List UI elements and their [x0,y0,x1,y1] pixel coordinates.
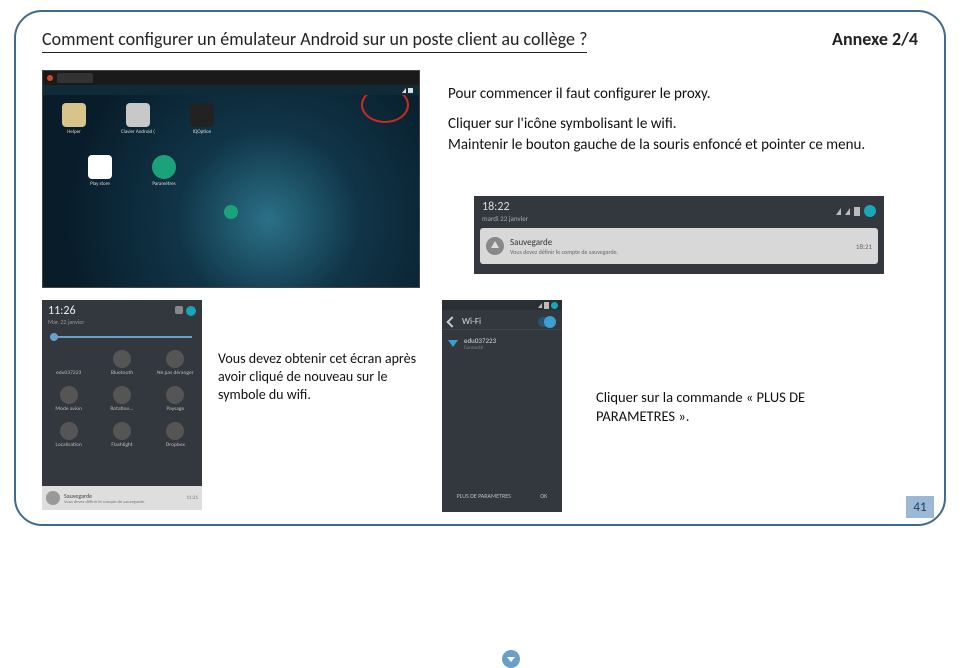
qs-tile-wifi: edu037223 [42,346,95,380]
instruction-text-mid: Vous devez obtenir cet écran après avoir… [218,350,436,405]
wifi-ssid: edu037223 [464,336,496,345]
emulator-window-bar [43,71,419,85]
qs-tile-location: Localisation [42,418,95,452]
notif-card: Sauvegarde Vous devez définir le compte … [480,228,878,264]
app-helper: Helper [57,103,91,135]
wifi-toggle [538,317,556,327]
notification-panel-screenshot: 18:22 mardi 22 janvier Sauvegarde Vous d… [474,196,884,274]
annotation-circle [361,95,409,123]
battery-icon [544,302,549,309]
wifi-status-bar [442,300,562,310]
airplane-icon [60,386,78,404]
qs-tile-flashlight: Flashlight [95,418,148,452]
qs-top-icons [175,306,196,316]
gear-icon [175,306,183,314]
hold-left-line: Maintenir le bouton gauche de la souris … [448,136,865,154]
back-icon [446,316,457,327]
quicksettings-screenshot: 11:26 Mar. 22 janvier edu037223 Bluetoot… [42,300,202,510]
qs-tile-airplane: Mode avion [42,382,95,416]
instruction-text-right: Cliquer sur la commande « PLUS DE PARAME… [596,388,856,426]
battery-icon [408,88,413,93]
qs-tile-rotation: Rotation... [95,382,148,416]
app-settings: Paramètres [147,155,181,187]
instruction-text-top: Pour commencer il faut configurer le pro… [448,84,920,165]
qs-time: 11:26 [48,304,196,318]
qs-footer-sub: Vous devez définir le compte de sauvegar… [64,500,145,505]
wifi-status: Connecté [464,345,496,351]
dropbox-icon [166,422,184,440]
notif-card-time: 18:21 [856,242,872,251]
qs-footer-title: Sauvegarde [64,492,145,500]
landscape-icon [166,386,184,404]
app-keyboard: Clavier Android (AOSP) [121,103,155,135]
app-iqoption: IQOption [185,103,219,135]
wifi-settings-screenshot: Wi-Fi edu037223 Connecté PLUS DE PARAMET… [442,300,562,512]
wifi-icon [836,208,841,215]
qs-footer-card: Sauvegarde Vous devez définir le compte … [42,486,202,510]
app-row-2: Play store Paramètres [83,155,181,187]
wifi-ok: OK [534,488,553,504]
android-home-wallpaper: Helper Clavier Android (AOSP) IQOption P… [43,95,419,287]
backup-icon [486,237,504,255]
page-number: 41 [906,496,934,518]
emulator-screenshot: Helper Clavier Android (AOSP) IQOption P… [42,70,420,288]
user-avatar-icon [551,302,558,309]
user-avatar-icon [186,306,196,316]
slide-header: Comment configurer un émulateur Android … [42,28,918,53]
qs-tile-dropbox: Dropbox [149,418,202,452]
notif-status-icons [836,205,876,217]
backup-icon [46,491,60,505]
app-row-1: Helper Clavier Android (AOSP) IQOption [57,103,219,135]
app-playstore: Play store [83,155,117,187]
wifi-icon [538,303,542,308]
wifi-footer: PLUS DE PARAMETRES OK [442,488,562,504]
dnd-icon [166,350,184,368]
wifi-signal-icon [448,340,458,347]
signal-icon [845,208,850,215]
bluetooth-icon [113,350,131,368]
wifi-title: Wi-Fi [462,316,481,327]
android-status-bar [43,85,419,95]
app-drawer-icon [224,205,238,219]
notif-date: mardi 22 janvier [482,214,528,223]
brightness-slider [52,336,192,338]
notif-card-sub: Vous devez définir le compte de sauvegar… [510,248,850,256]
window-tab [57,73,93,83]
qs-tiles: edu037223 Bluetooth Ne pas déranger Mode… [42,342,202,456]
qs-tile-landscape: Paysage [149,382,202,416]
annex-label: Annexe 2/4 [832,28,918,50]
notif-card-title: Sauvegarde [510,237,850,248]
intro-line: Pour commencer il faut configurer le pro… [448,84,920,104]
wifi-more-params: PLUS DE PARAMETRES [451,488,517,504]
page-title: Comment configurer un émulateur Android … [42,28,587,53]
qs-tile-bluetooth: Bluetooth [95,346,148,380]
qs-tile-dnd: Ne pas déranger [149,346,202,380]
qs-footer-time: 11:21 [187,495,198,501]
window-dot-icon [47,75,53,81]
wifi-active-network: edu037223 Connecté [442,329,562,357]
user-avatar-icon [864,205,876,217]
wifi-icon [402,88,406,93]
notif-time: 18:22 [482,200,528,214]
wifi-header: Wi-Fi [442,310,562,329]
qs-date: Mar. 22 janvier [48,318,196,326]
notif-header: 18:22 mardi 22 janvier [474,196,884,226]
battery-icon [854,207,860,216]
rotation-icon [113,386,131,404]
wifi-icon [502,650,520,668]
click-wifi-line: Cliquer sur l'icône symbolisant le wifi. [448,115,677,133]
location-icon [60,422,78,440]
flashlight-icon [113,422,131,440]
